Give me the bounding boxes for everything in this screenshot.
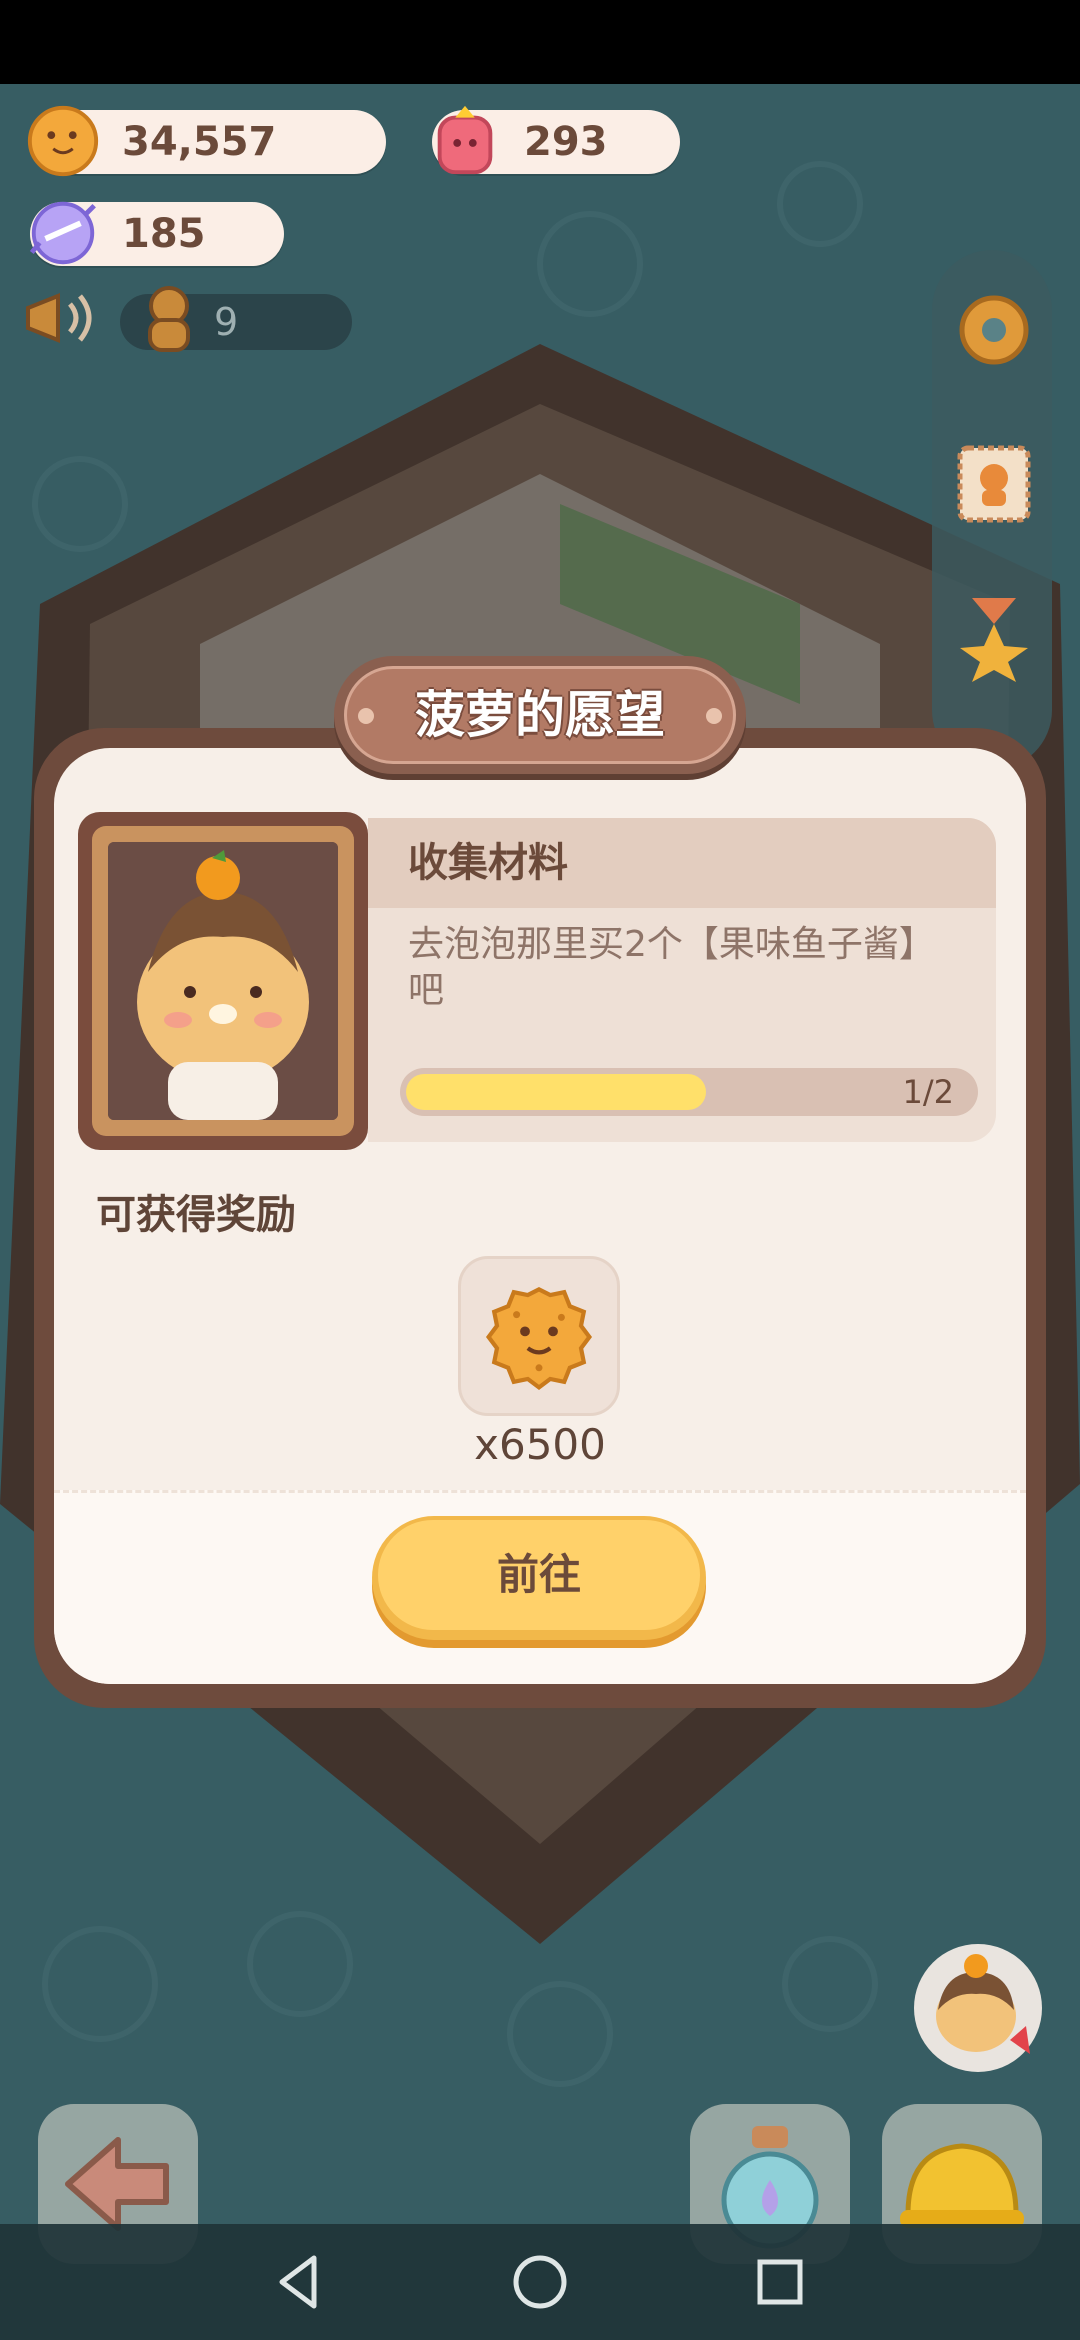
progress-label: 1/2 [902,1073,955,1111]
nav-recents-icon[interactable] [750,2252,810,2312]
side-menu [932,250,1052,770]
dialog-title-plate: 菠萝的愿望 [334,656,746,774]
cookie-icon [485,1287,593,1391]
go-button-label: 前往 [496,1550,581,1599]
cookie-icon [27,105,99,177]
cookie-count: 34,557 [122,119,277,165]
go-button[interactable]: 前往 [372,1516,706,1640]
gem-count: 293 [524,119,608,165]
character-portrait [78,812,368,1150]
candy-currency: 185 [29,201,284,266]
reward-quantity: x6500 [474,1420,606,1469]
gingerbread-icon [148,286,190,352]
reward-item [458,1256,620,1416]
cookie-people-count: 9 [214,300,239,344]
task-header: 收集材料 [368,818,996,908]
achievement-medal-icon[interactable] [950,594,1038,682]
cookie-currency: 34,557 [27,105,386,177]
dialog-title: 菠萝的愿望 [415,686,665,744]
character-avatar-button[interactable] [914,1944,1042,2072]
jelly-gem-icon [437,105,493,175]
status-bar [0,0,1080,84]
task-progress-bar: 1/2 [400,1068,978,1116]
nav-back-icon[interactable] [270,2252,330,2312]
candy-icon [29,201,96,265]
stamp-card-icon[interactable] [950,440,1038,528]
nav-home-icon[interactable] [510,2252,570,2312]
task-title: 收集材料 [408,840,568,886]
reward-title: 可获得奖励 [96,1192,296,1238]
task-description: 去泡泡那里买2个【果味鱼子酱】吧 [408,924,935,1011]
settings-gear-icon[interactable] [950,286,1038,374]
progress-fill [406,1074,706,1110]
pineapple-cat-image [108,842,338,1120]
cat-avatar-icon [936,1954,1030,2054]
megaphone-icon[interactable] [18,278,108,358]
candy-count: 185 [122,211,206,257]
gem-currency: 293 [432,105,680,175]
task-card: 收集材料 去泡泡那里买2个【果味鱼子酱】吧 1/2 [368,818,996,1142]
